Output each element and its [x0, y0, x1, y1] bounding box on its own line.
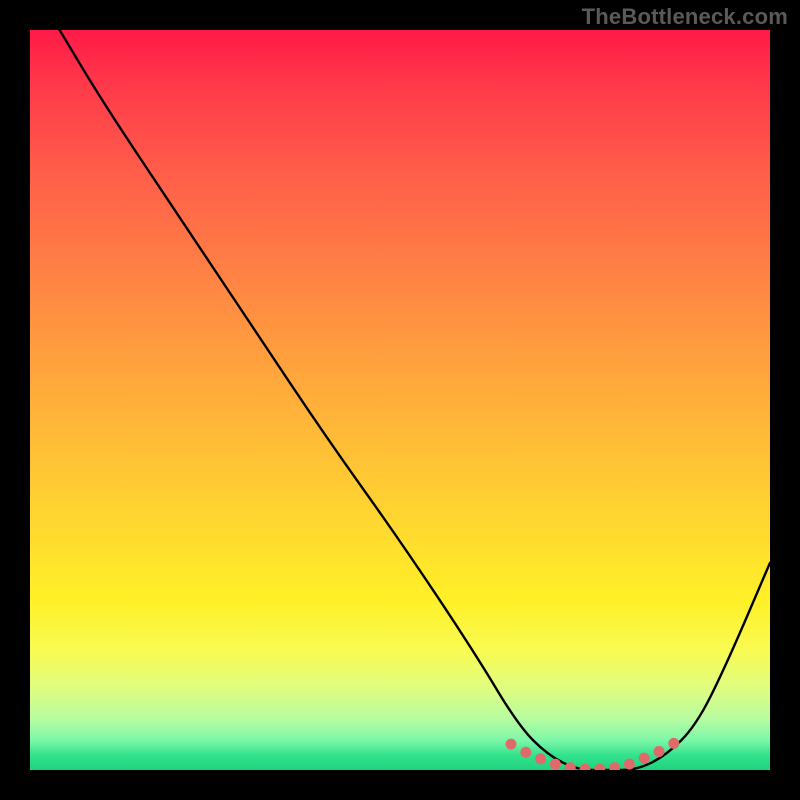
optimal-dot	[506, 739, 517, 750]
optimal-dot	[580, 764, 591, 770]
optimal-dot	[609, 762, 620, 770]
optimal-dot	[624, 759, 635, 770]
optimal-dot	[639, 753, 650, 764]
chart-frame: TheBottleneck.com	[0, 0, 800, 800]
optimal-range-markers	[506, 738, 680, 770]
plot-area	[30, 30, 770, 770]
optimal-dot	[535, 753, 546, 764]
bottleneck-curve	[60, 30, 770, 770]
optimal-dot	[550, 759, 561, 770]
optimal-dot	[520, 747, 531, 758]
optimal-dot	[654, 746, 665, 757]
optimal-dot	[594, 764, 605, 770]
optimal-dot	[668, 738, 679, 749]
curve-layer	[30, 30, 770, 770]
watermark-label: TheBottleneck.com	[582, 4, 788, 30]
